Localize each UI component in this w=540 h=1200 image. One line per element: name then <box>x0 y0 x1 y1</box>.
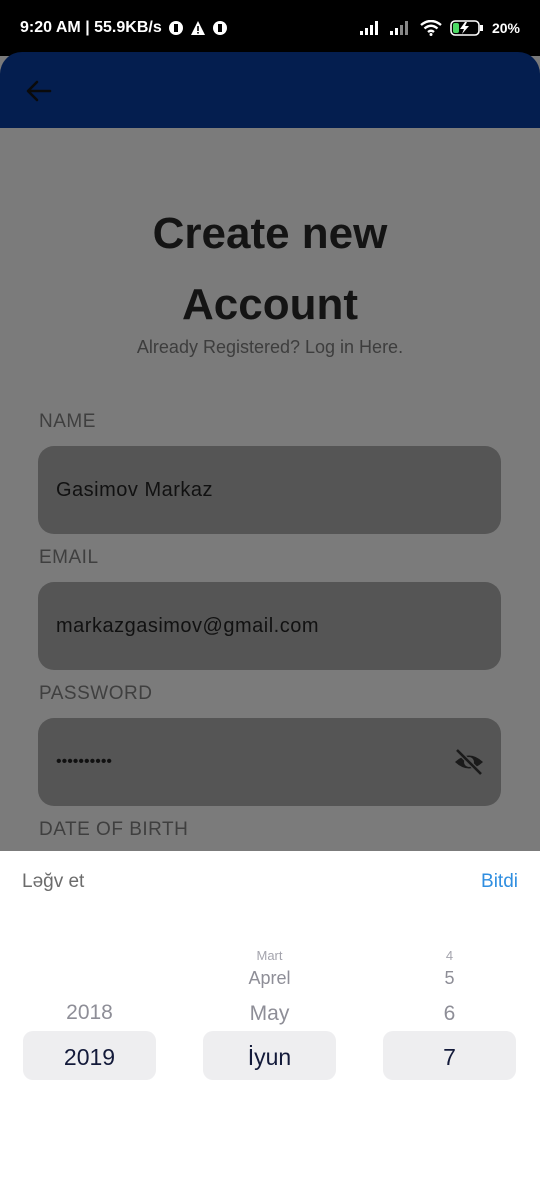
month-option[interactable]: May <box>203 1002 336 1026</box>
login-link[interactable]: Already Registered? Log in Here. <box>0 337 540 358</box>
email-field[interactable]: markazgasimov@gmail.com <box>38 582 501 670</box>
year-option[interactable]: 2018 <box>23 1001 156 1025</box>
back-button[interactable] <box>22 74 56 108</box>
dob-label: DATE OF BIRTH <box>39 819 189 840</box>
day-option[interactable]: 6 <box>383 1002 516 1026</box>
month-selected[interactable]: İyun <box>203 1044 336 1071</box>
date-picker-sheet: Ləğv et Bitdi 2018 2019 Mart Aprel May İ… <box>0 851 540 1200</box>
signal-icon-2 <box>389 21 408 35</box>
title-line-1: Create new <box>152 209 388 258</box>
cancel-button[interactable]: Ləğv et <box>22 871 84 893</box>
status-left: 9:20 AM | 55.9KB/s <box>20 19 228 37</box>
wifi-icon <box>420 20 442 36</box>
status-time-speed: 9:20 AM | 55.9KB/s <box>20 19 162 36</box>
month-option[interactable]: Mart <box>203 948 336 963</box>
signal-icon <box>359 21 378 35</box>
status-right: 20% <box>359 20 520 36</box>
name-field[interactable]: Gasimov Markaz <box>38 446 501 534</box>
battery-charging-icon <box>450 20 483 36</box>
day-selected[interactable]: 7 <box>383 1044 516 1071</box>
day-option[interactable]: 4 <box>383 948 516 963</box>
name-label: NAME <box>39 411 96 432</box>
month-option[interactable]: Aprel <box>203 968 336 989</box>
status-bar: 9:20 AM | 55.9KB/s 20% <box>0 0 540 56</box>
day-option[interactable]: 5 <box>383 968 516 989</box>
warning-icon <box>190 21 205 35</box>
done-button[interactable]: Bitdi <box>481 871 518 893</box>
arrow-left-icon <box>26 80 52 102</box>
page-title: Create new Account <box>0 198 540 340</box>
password-value: •••••••••• <box>56 753 113 770</box>
email-value: markazgasimov@gmail.com <box>56 614 319 637</box>
password-label: PASSWORD <box>39 683 153 704</box>
app-bar <box>0 52 540 128</box>
title-line-2: Account <box>182 280 358 329</box>
password-field[interactable]: •••••••••• <box>38 718 501 806</box>
notification-icon-2 <box>212 21 227 35</box>
eye-off-icon[interactable] <box>453 747 485 777</box>
notification-icon <box>168 21 183 35</box>
battery-percent: 20% <box>491 20 520 36</box>
year-selected[interactable]: 2019 <box>23 1044 156 1071</box>
form-content: Create new Account Already Registered? L… <box>0 128 540 852</box>
email-label: EMAIL <box>39 547 99 568</box>
name-value: Gasimov Markaz <box>56 478 214 501</box>
